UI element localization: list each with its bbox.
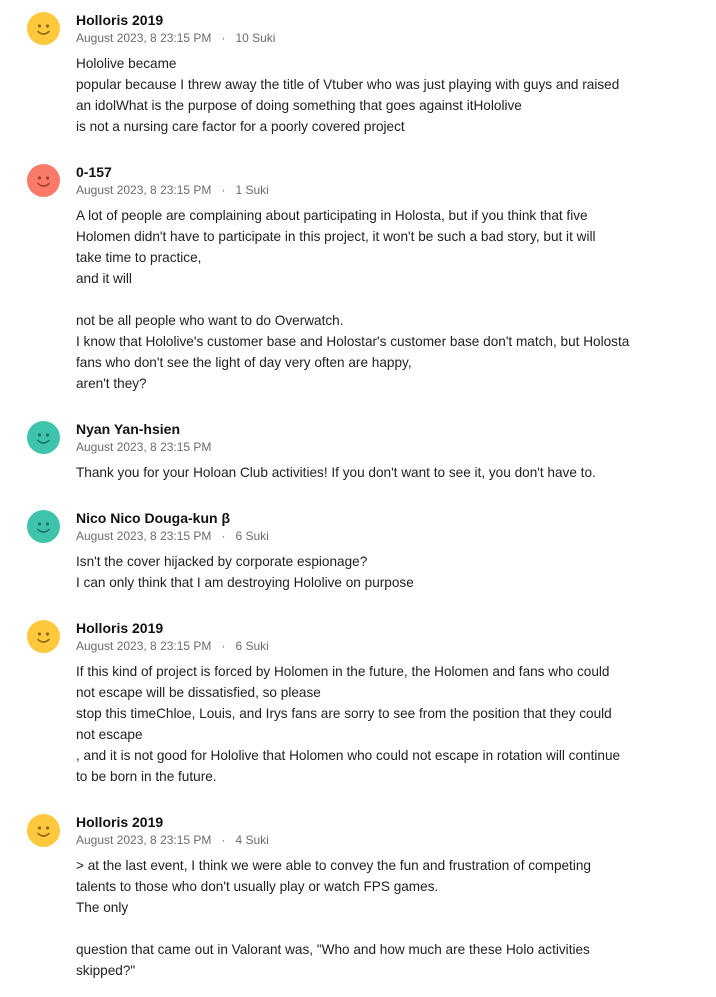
left-eye xyxy=(37,433,42,437)
comment-author[interactable]: 0-157 xyxy=(76,164,112,181)
right-eye xyxy=(45,632,50,636)
comment-line: I know that Hololive's customer base and… xyxy=(76,334,630,349)
comment-line: stop this timeChloe, Louis, and Irys fan… xyxy=(76,706,612,721)
comment-line: popular because I threw away the title o… xyxy=(76,77,620,92)
comment-body: Isn't the cover hijacked by corporate es… xyxy=(76,551,666,593)
comment-line: to be born in the future. xyxy=(76,769,217,784)
avatar[interactable] xyxy=(27,814,60,847)
comment-author[interactable]: Holloris 2019 xyxy=(76,12,163,29)
comment-line xyxy=(76,918,666,939)
comment-line xyxy=(76,289,666,310)
comment-line: > at the last event, I think we were abl… xyxy=(76,858,591,873)
comment-meta: August 2023, 8 23:15 PM · 6 Suki xyxy=(76,639,269,654)
like-count[interactable]: 6 Suki xyxy=(235,639,268,653)
meta-separator: · xyxy=(221,833,226,847)
comment-line: Holomen didn't have to participate in th… xyxy=(76,229,596,244)
left-eye xyxy=(37,522,42,526)
left-eye xyxy=(37,826,42,830)
meta-separator: · xyxy=(221,31,226,45)
meta-separator: · xyxy=(221,183,226,197)
right-eye xyxy=(45,433,50,437)
smile-mouth xyxy=(37,30,50,35)
comment-timestamp: August 2023, 8 23:15 PM xyxy=(76,31,212,45)
comment-author[interactable]: Nyan Yan-hsien xyxy=(76,421,180,438)
meta-separator: · xyxy=(221,529,226,543)
comment-line: not escape will be dissatisfied, so plea… xyxy=(76,685,321,700)
comment-meta: August 2023, 8 23:15 PM xyxy=(76,440,211,455)
comment-author[interactable]: Nico Nico Douga-kun β xyxy=(76,510,230,527)
comment-line: Thank you for your Holoan Club activitie… xyxy=(76,465,596,480)
smiley-face-icon xyxy=(37,433,50,444)
right-eye xyxy=(45,826,50,830)
comment-author[interactable]: Holloris 2019 xyxy=(76,814,163,831)
comment-line: Isn't the cover hijacked by corporate es… xyxy=(76,554,368,569)
comment-line: The only xyxy=(76,900,129,915)
smiley-face-icon xyxy=(37,176,50,187)
comment-line: take time to practice, xyxy=(76,250,202,265)
left-eye xyxy=(37,176,42,180)
comment-author[interactable]: Holloris 2019 xyxy=(76,620,163,637)
comment-list: Holloris 2019 August 2023, 8 23:15 PM · 10… xyxy=(0,0,716,997)
comment-body: Hololive became popular because I threw a… xyxy=(76,53,666,137)
comment-body: A lot of people are complaining about pa… xyxy=(76,205,666,394)
comment-line: skipped?" xyxy=(76,963,136,978)
comment-line: an idolWhat is the purpose of doing some… xyxy=(76,98,522,113)
comment-timestamp: August 2023, 8 23:15 PM xyxy=(76,183,212,197)
comment-line: aren't they? xyxy=(76,376,147,391)
comment-body: > at the last event, I think we were abl… xyxy=(76,855,666,981)
like-count[interactable]: 4 Suki xyxy=(235,833,268,847)
smiley-face-icon xyxy=(37,826,50,837)
smile-mouth xyxy=(37,638,50,643)
right-eye xyxy=(45,176,50,180)
comment-timestamp: August 2023, 8 23:15 PM xyxy=(76,440,212,454)
smile-mouth xyxy=(37,832,50,837)
like-count[interactable]: 6 Suki xyxy=(235,529,268,543)
smiley-face-icon xyxy=(37,632,50,643)
smiley-face-icon xyxy=(37,522,50,533)
like-count[interactable]: 1 Suki xyxy=(235,183,268,197)
comment-line: Hololive became xyxy=(76,56,177,71)
avatar[interactable] xyxy=(27,12,60,45)
comment-timestamp: August 2023, 8 23:15 PM xyxy=(76,833,212,847)
smile-mouth xyxy=(37,182,50,187)
comment-meta: August 2023, 8 23:15 PM · 1 Suki xyxy=(76,183,269,198)
comment-timestamp: August 2023, 8 23:15 PM xyxy=(76,639,212,653)
smile-mouth xyxy=(37,439,50,444)
avatar[interactable] xyxy=(27,421,60,454)
comment-line: A lot of people are complaining about pa… xyxy=(76,208,588,223)
avatar[interactable] xyxy=(27,510,60,543)
smiley-face-icon xyxy=(37,24,50,35)
avatar[interactable] xyxy=(27,620,60,653)
like-count[interactable]: 10 Suki xyxy=(235,31,275,45)
comment-timestamp: August 2023, 8 23:15 PM xyxy=(76,529,212,543)
right-eye xyxy=(45,24,50,28)
comment-meta: August 2023, 8 23:15 PM · 4 Suki xyxy=(76,833,269,848)
smile-mouth xyxy=(37,528,50,533)
comment-line: not escape xyxy=(76,727,143,742)
right-eye xyxy=(45,522,50,526)
comment-body: Thank you for your Holoan Club activitie… xyxy=(76,462,666,483)
left-eye xyxy=(37,24,42,28)
comment-line: is not a nursing care factor for a poorl… xyxy=(76,119,405,134)
comment-line: fans who don't see the light of day very… xyxy=(76,355,412,370)
comment-line: and it will xyxy=(76,271,132,286)
comment-line: not be all people who want to do Overwat… xyxy=(76,313,344,328)
comment-line: question that came out in Valorant was, … xyxy=(76,942,590,957)
meta-separator: · xyxy=(221,639,226,653)
comment-meta: August 2023, 8 23:15 PM · 10 Suki xyxy=(76,31,275,46)
comment-body: If this kind of project is forced by Hol… xyxy=(76,661,666,787)
comment-line: If this kind of project is forced by Hol… xyxy=(76,664,610,679)
comment-line: I can only think that I am destroying Ho… xyxy=(76,575,414,590)
comment-line: talents to those who don't usually play … xyxy=(76,879,439,894)
comment-line: , and it is not good for Hololive that H… xyxy=(76,748,621,763)
avatar[interactable] xyxy=(27,164,60,197)
left-eye xyxy=(37,632,42,636)
comment-meta: August 2023, 8 23:15 PM · 6 Suki xyxy=(76,529,269,544)
